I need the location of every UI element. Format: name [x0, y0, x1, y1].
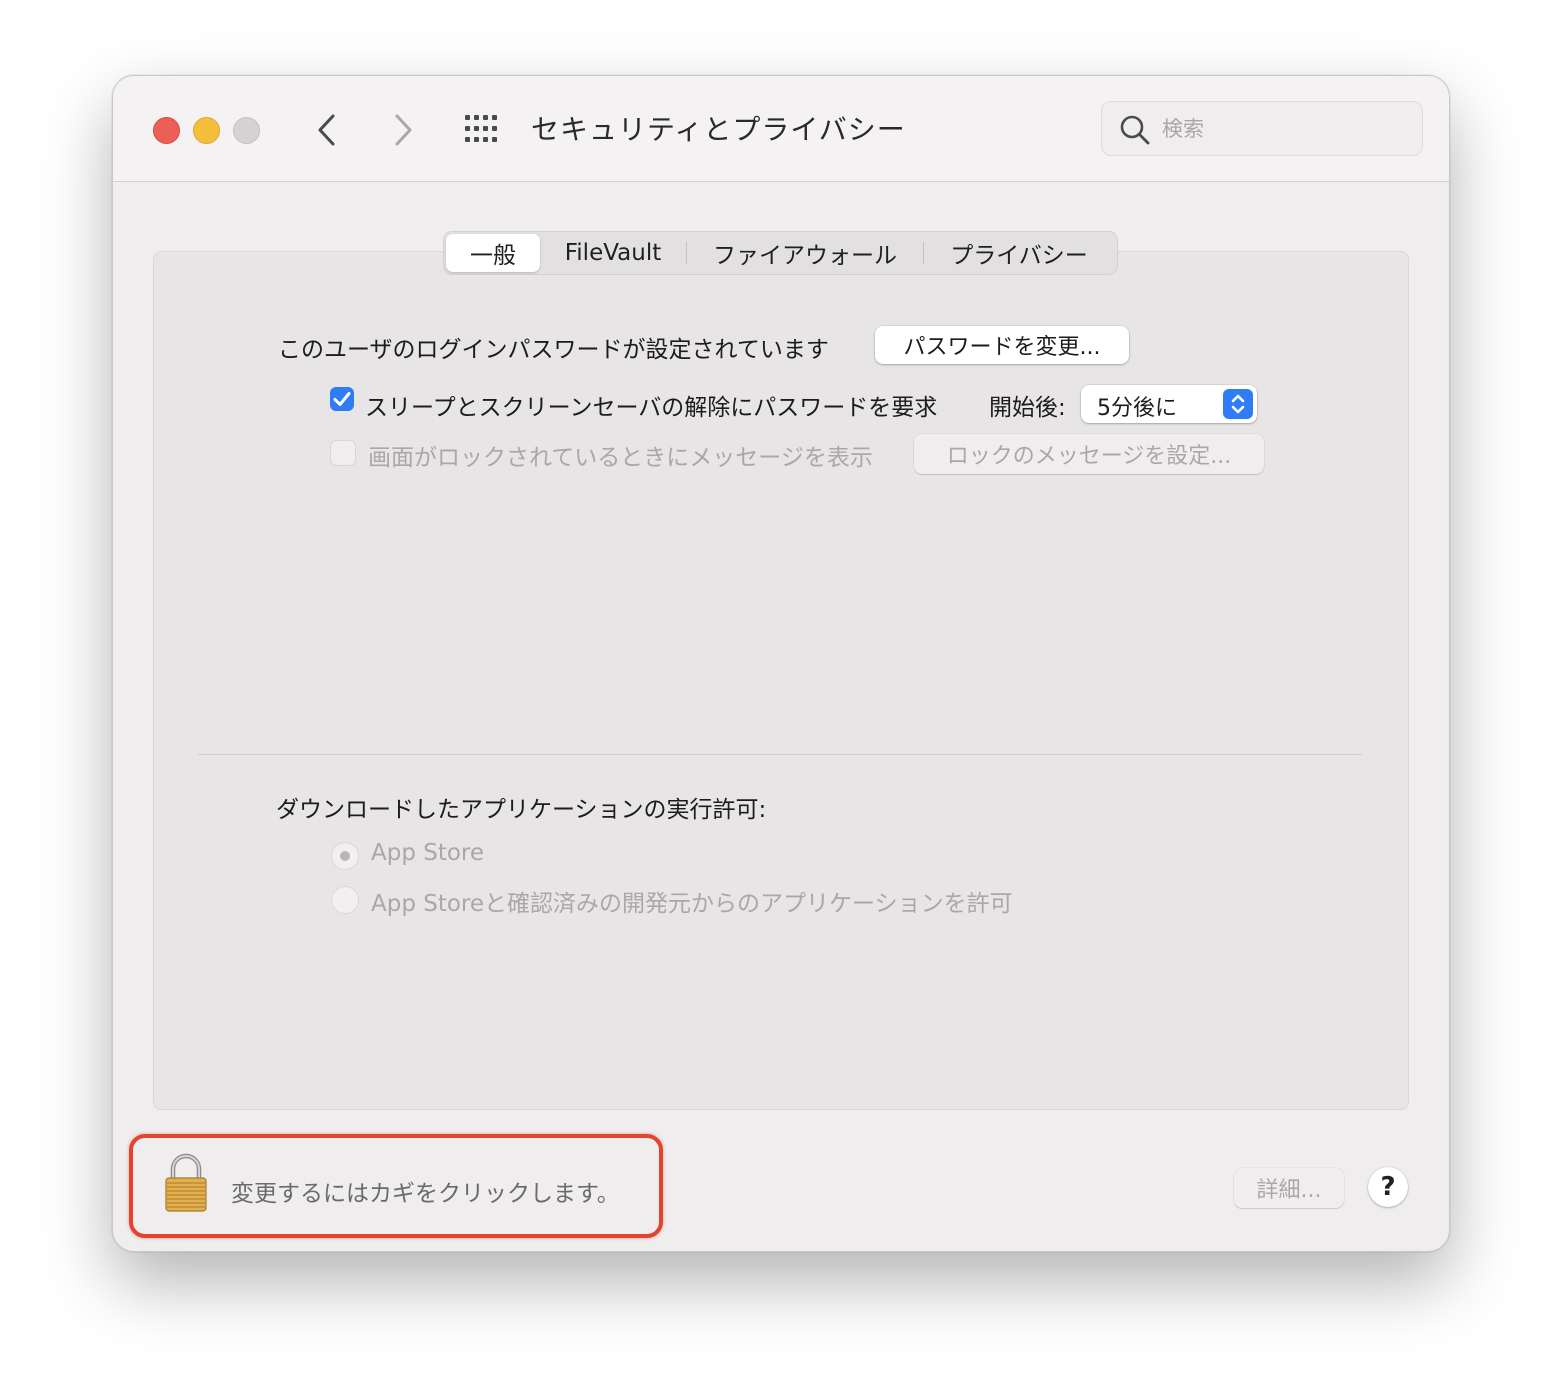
window-title: セキュリティとプライバシー: [531, 113, 906, 146]
allow-apps-title: ダウンロードしたアプリケーションの実行許可:: [276, 797, 767, 823]
up-down-chevron-icon: [1231, 394, 1245, 414]
grid-icon: [465, 115, 497, 142]
tab-label: プライバシー: [950, 243, 1088, 269]
require-password-checkbox[interactable]: [330, 387, 354, 411]
tab-filevault[interactable]: FileVault: [540, 234, 686, 272]
tab-firewall[interactable]: ファイアウォール: [687, 234, 923, 272]
tab-label: FileVault: [564, 240, 662, 266]
lock-message-checkbox[interactable]: [330, 440, 356, 466]
zoom-button[interactable]: [233, 117, 260, 144]
password-delay-select[interactable]: 5分後に: [1081, 385, 1257, 423]
tab-privacy[interactable]: プライバシー: [924, 234, 1114, 272]
radio-app-store-and-identified-label: App Storeと確認済みの開発元からのアプリケーションを許可: [371, 891, 1013, 917]
lock-message-label: 画面がロックされているときにメッセージを表示: [368, 445, 873, 471]
tab-general[interactable]: 一般: [446, 234, 540, 272]
advanced-button[interactable]: 詳細...: [1234, 1168, 1344, 1208]
radio-app-store-label: App Store: [371, 840, 485, 866]
chevron-left-icon: [318, 114, 335, 146]
password-set-label: このユーザのログインパスワードが設定されています: [278, 337, 829, 363]
chevron-right-icon: [395, 114, 412, 146]
select-arrows: [1223, 389, 1253, 419]
minimize-button[interactable]: [193, 117, 220, 144]
preferences-window: セキュリティとプライバシー 一般 FileVault ファイアウォール プライバ…: [112, 75, 1450, 1252]
search-icon: [1120, 115, 1150, 145]
section-divider: [198, 754, 1362, 755]
radio-dot: [340, 851, 350, 861]
back-button[interactable]: [308, 110, 348, 150]
change-password-button[interactable]: パスワードを変更...: [875, 326, 1129, 364]
radio-app-store-and-identified[interactable]: [331, 886, 359, 914]
tab-label: 一般: [470, 243, 516, 269]
set-lock-message-button[interactable]: ロックのメッセージを設定...: [914, 434, 1264, 474]
require-password-label: スリープとスクリーンセーバの解除にパスワードを要求: [365, 395, 938, 421]
forward-button[interactable]: [383, 110, 423, 150]
lock-icon[interactable]: [163, 1153, 209, 1213]
close-button[interactable]: [153, 117, 180, 144]
tab-label: ファイアウォール: [713, 243, 897, 269]
checkmark-icon: [333, 392, 351, 406]
lock-hint-text: 変更するにはカギをクリックします。: [231, 1181, 620, 1207]
show-all-button[interactable]: [463, 112, 503, 146]
tab-bar: 一般 FileVault ファイアウォール プライバシー: [443, 231, 1118, 275]
search-input[interactable]: [1160, 110, 1414, 148]
password-delay-value: 5分後に: [1097, 396, 1177, 421]
search-field[interactable]: [1101, 101, 1423, 156]
titlebar: セキュリティとプライバシー: [113, 76, 1449, 182]
tab-content-panel: [153, 251, 1409, 1110]
help-button[interactable]: ?: [1368, 1167, 1408, 1207]
radio-app-store[interactable]: [331, 842, 359, 870]
start-after-label: 開始後:: [989, 395, 1066, 421]
